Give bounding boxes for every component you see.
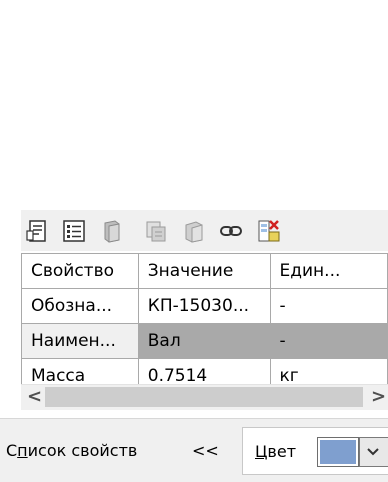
cell-value[interactable]: КП-15030... xyxy=(137,288,271,324)
database-icon[interactable] xyxy=(143,218,169,244)
scroll-thumb[interactable] xyxy=(45,387,363,407)
cell-unit[interactable]: - xyxy=(269,288,388,324)
properties-list-button[interactable]: Список свойств xyxy=(6,441,137,460)
cell-property[interactable]: Наимен... xyxy=(21,323,139,359)
color-dropdown-button[interactable] xyxy=(359,437,388,467)
header-property[interactable]: Свойство xyxy=(21,253,139,289)
color-label: Цвет xyxy=(255,442,296,461)
properties-list-label-hotkey: п xyxy=(17,441,28,460)
cell-property[interactable]: Обозна... xyxy=(21,288,139,324)
link-icon[interactable] xyxy=(218,218,244,244)
table-row[interactable]: Обозна... КП-15030... - xyxy=(21,288,388,324)
book-icon[interactable] xyxy=(99,218,125,244)
collapse-button[interactable]: << xyxy=(192,441,219,460)
color-tab: Цвет xyxy=(242,427,388,475)
top-strip xyxy=(0,0,388,10)
properties-list-label-prefix: С xyxy=(6,441,18,460)
properties-icon[interactable] xyxy=(25,218,51,244)
properties-grid: Свойство Значение Един... Обозна... КП-1… xyxy=(21,253,388,438)
table-header-row: Свойство Значение Един... xyxy=(21,253,388,289)
horizontal-scrollbar[interactable]: < > xyxy=(21,384,388,410)
list-icon[interactable] xyxy=(61,218,87,244)
header-unit[interactable]: Един... xyxy=(269,253,388,289)
header-value[interactable]: Значение xyxy=(137,253,271,289)
cell-value[interactable]: Вал xyxy=(137,323,271,359)
delete-table-icon[interactable] xyxy=(256,218,282,244)
scroll-right-arrow[interactable]: > xyxy=(371,387,386,407)
properties-toolbar xyxy=(21,210,388,251)
properties-table: Свойство Значение Един... Обозна... КП-1… xyxy=(21,253,388,394)
color-swatch[interactable] xyxy=(317,437,359,467)
properties-list-label-rest: исок свойств xyxy=(27,441,138,460)
chevron-down-icon xyxy=(367,448,379,456)
book-add-icon[interactable] xyxy=(182,218,208,244)
bottom-bar: Список свойств << Цвет xyxy=(0,418,388,482)
scroll-left-arrow[interactable]: < xyxy=(27,387,42,407)
color-label-hotkey: Ц xyxy=(255,442,268,461)
table-row-selected[interactable]: Наимен... Вал - xyxy=(21,323,388,359)
cell-unit[interactable]: - xyxy=(269,323,388,359)
color-swatch-fill xyxy=(320,440,356,464)
color-label-rest: вет xyxy=(267,442,297,461)
